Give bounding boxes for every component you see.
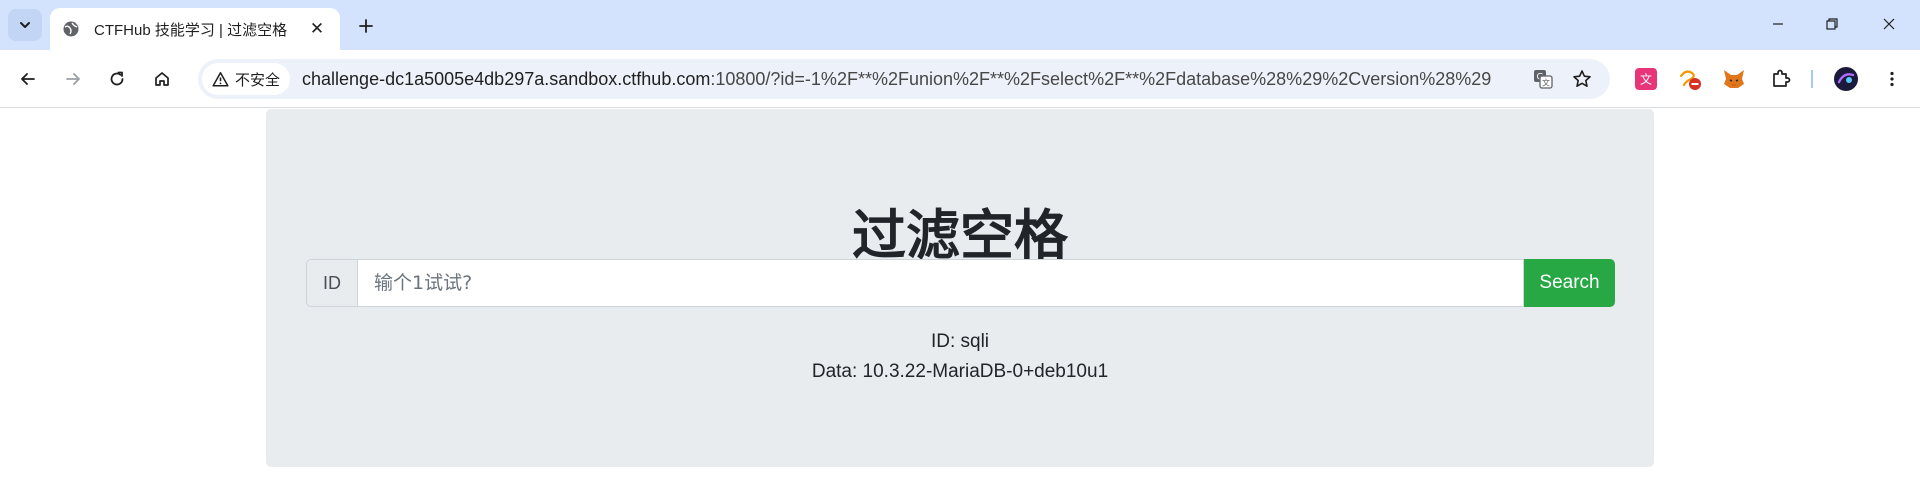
restore-icon — [1826, 18, 1838, 30]
profile-avatar[interactable] — [1830, 63, 1862, 95]
security-label: 不安全 — [235, 71, 281, 89]
star-icon — [1573, 70, 1591, 87]
search-form: ID Search — [306, 259, 1615, 307]
url-host: challenge-dc1a5005e4db297a.sandbox.ctfhu… — [302, 68, 711, 89]
close-icon — [1883, 18, 1895, 30]
extension-fox-button[interactable] — [1718, 63, 1750, 95]
arrow-right-icon — [66, 73, 80, 85]
id-addon-label: ID — [306, 259, 357, 307]
address-bar[interactable]: 不安全 challenge-dc1a5005e4db297a.sandbox.c… — [198, 59, 1610, 99]
browser-toolbar: 不安全 challenge-dc1a5005e4db297a.sandbox.c… — [0, 50, 1920, 108]
globe-icon — [62, 20, 80, 38]
svg-text:文: 文 — [1640, 72, 1652, 87]
security-chip[interactable]: 不安全 — [202, 63, 291, 95]
more-vertical-icon — [1890, 71, 1894, 87]
reload-button[interactable] — [101, 63, 133, 95]
translate-extension-icon: 文 — [1635, 68, 1657, 90]
search-button[interactable]: Search — [1524, 259, 1615, 307]
forward-button[interactable] — [57, 63, 89, 95]
back-button[interactable] — [12, 63, 44, 95]
avatar-icon — [1834, 67, 1858, 91]
new-tab-button[interactable] — [352, 12, 380, 40]
id-input[interactable] — [357, 259, 1524, 307]
home-button[interactable] — [146, 63, 178, 95]
tab-search-button[interactable] — [8, 9, 42, 41]
restore-button[interactable] — [1809, 8, 1855, 40]
plus-icon — [359, 19, 373, 33]
minimize-button[interactable] — [1755, 8, 1801, 40]
svg-text:文: 文 — [1542, 78, 1550, 88]
browser-menu-button[interactable] — [1876, 63, 1908, 95]
blocked-extension-icon — [1679, 70, 1701, 90]
browser-tab-active[interactable]: CTFHub 技能学习 | 过滤空格 ✕ — [50, 8, 340, 50]
tab-strip: CTFHub 技能学习 | 过滤空格 ✕ — [0, 0, 1920, 50]
tab-close-icon[interactable]: ✕ — [306, 18, 328, 40]
translate-button[interactable]: G文 — [1527, 63, 1559, 95]
home-icon — [155, 72, 169, 86]
extension-blocked-button[interactable] — [1674, 63, 1706, 95]
bookmark-button[interactable] — [1566, 63, 1598, 95]
warning-icon — [212, 71, 229, 87]
url-text[interactable]: challenge-dc1a5005e4db297a.sandbox.ctfhu… — [302, 69, 1522, 90]
toolbar-separator — [1811, 70, 1813, 88]
result-data: Data: 10.3.22-MariaDB-0+deb10u1 — [811, 361, 1109, 382]
extension-translate-button[interactable]: 文 — [1630, 63, 1662, 95]
minimize-icon — [1773, 23, 1783, 25]
extensions-menu-button[interactable] — [1765, 63, 1797, 95]
url-path: :10800/?id=-1%2F**%2Funion%2F**%2Fselect… — [710, 68, 1492, 89]
tab-title: CTFHub 技能学习 | 过滤空格 — [94, 21, 288, 39]
puzzle-icon — [1773, 69, 1791, 87]
reload-icon — [110, 71, 124, 86]
result-id: ID: sqli — [930, 331, 990, 352]
translate-icon: G文 — [1534, 70, 1553, 89]
arrow-left-icon — [21, 73, 35, 85]
close-window-button[interactable] — [1866, 8, 1912, 40]
chevron-down-icon — [20, 22, 30, 28]
fox-icon — [1724, 70, 1744, 88]
jumbotron: 过滤空格 ID Search ID: sqli Data: 10.3.22-Ma… — [266, 109, 1654, 467]
